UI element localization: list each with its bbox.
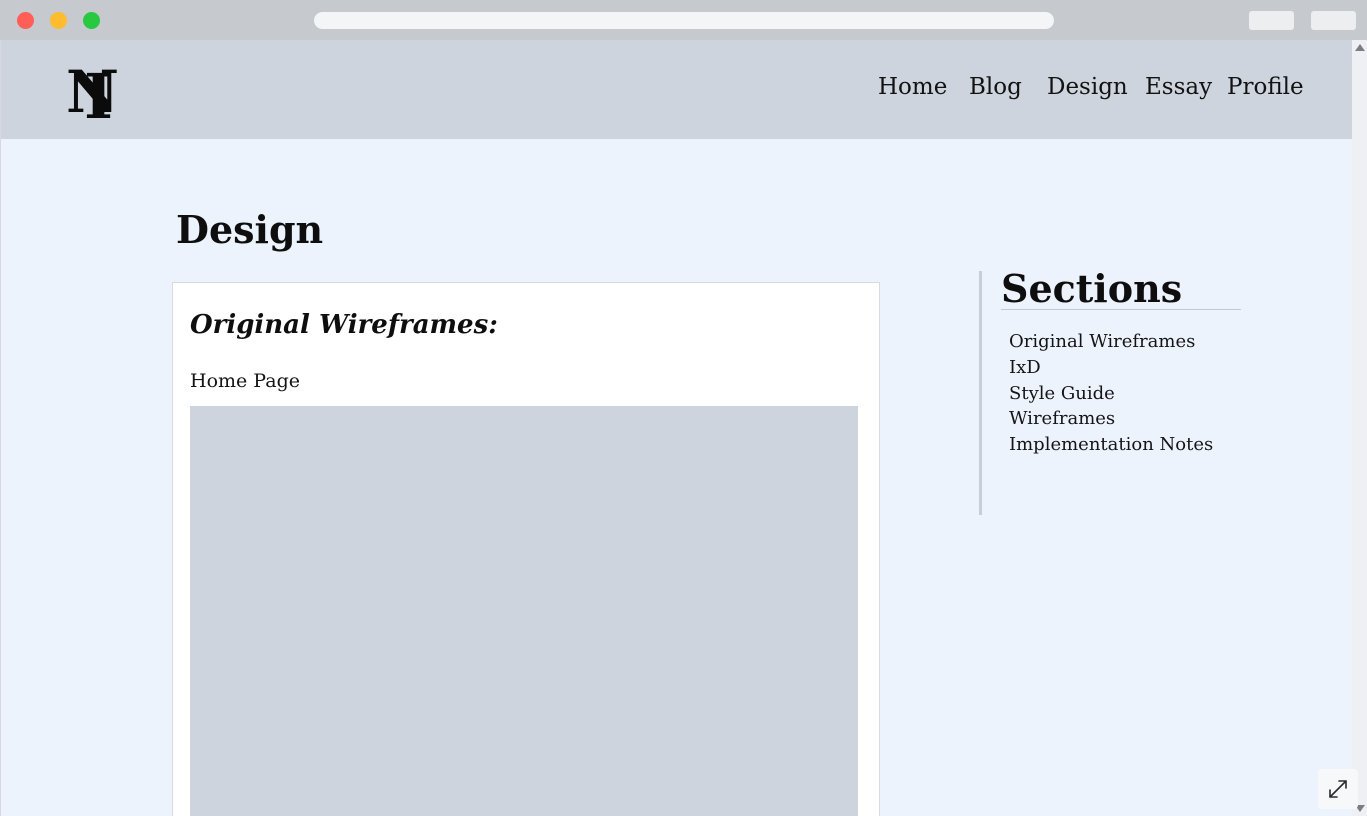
sections-title: Sections bbox=[1001, 270, 1241, 310]
nav-link-blog[interactable]: Blog bbox=[969, 70, 1022, 104]
section-link-implementation-notes[interactable]: Implementation Notes bbox=[1009, 432, 1213, 458]
sections-list: Original Wireframes IxD Style Guide Wire… bbox=[1009, 329, 1213, 458]
nav-link-design[interactable]: Design bbox=[1047, 70, 1128, 104]
section-link-wireframes[interactable]: Wireframes bbox=[1009, 406, 1213, 432]
section-link-ixd[interactable]: IxD bbox=[1009, 355, 1213, 381]
section-heading: Original Wireframes: bbox=[190, 310, 498, 340]
sections-sidebar: Sections Original Wireframes IxD Style G… bbox=[979, 270, 1244, 515]
section-link-original-wireframes[interactable]: Original Wireframes bbox=[1009, 329, 1213, 355]
nav-link-essay[interactable]: Essay bbox=[1145, 70, 1212, 104]
address-bar[interactable] bbox=[314, 12, 1054, 29]
content-card: Original Wireframes: Home Page bbox=[172, 282, 880, 816]
nav-link-profile[interactable]: Profile bbox=[1227, 70, 1304, 104]
nav-link-home[interactable]: Home bbox=[878, 70, 947, 104]
main-nav: Home Blog Design Essay Profile bbox=[1, 70, 1352, 104]
wireframe-image-placeholder bbox=[190, 406, 858, 816]
browser-titlebar bbox=[0, 0, 1367, 40]
page-title: Design bbox=[176, 207, 324, 252]
page-viewport: N I Home Blog Design Essay Profile Desig… bbox=[1, 40, 1352, 816]
browser-toolbar-button[interactable] bbox=[1311, 11, 1356, 30]
expand-icon bbox=[1329, 780, 1347, 798]
chevron-up-icon[interactable] bbox=[1355, 44, 1365, 51]
vertical-scrollbar[interactable] bbox=[1352, 40, 1367, 816]
browser-toolbar-button[interactable] bbox=[1249, 11, 1294, 30]
close-window-button[interactable] bbox=[17, 12, 34, 29]
minimize-window-button[interactable] bbox=[50, 12, 67, 29]
maximize-window-button[interactable] bbox=[83, 12, 100, 29]
expand-button[interactable] bbox=[1318, 769, 1358, 809]
section-link-style-guide[interactable]: Style Guide bbox=[1009, 381, 1213, 407]
section-subheading: Home Page bbox=[190, 370, 300, 392]
site-header: N I Home Blog Design Essay Profile bbox=[1, 40, 1352, 139]
